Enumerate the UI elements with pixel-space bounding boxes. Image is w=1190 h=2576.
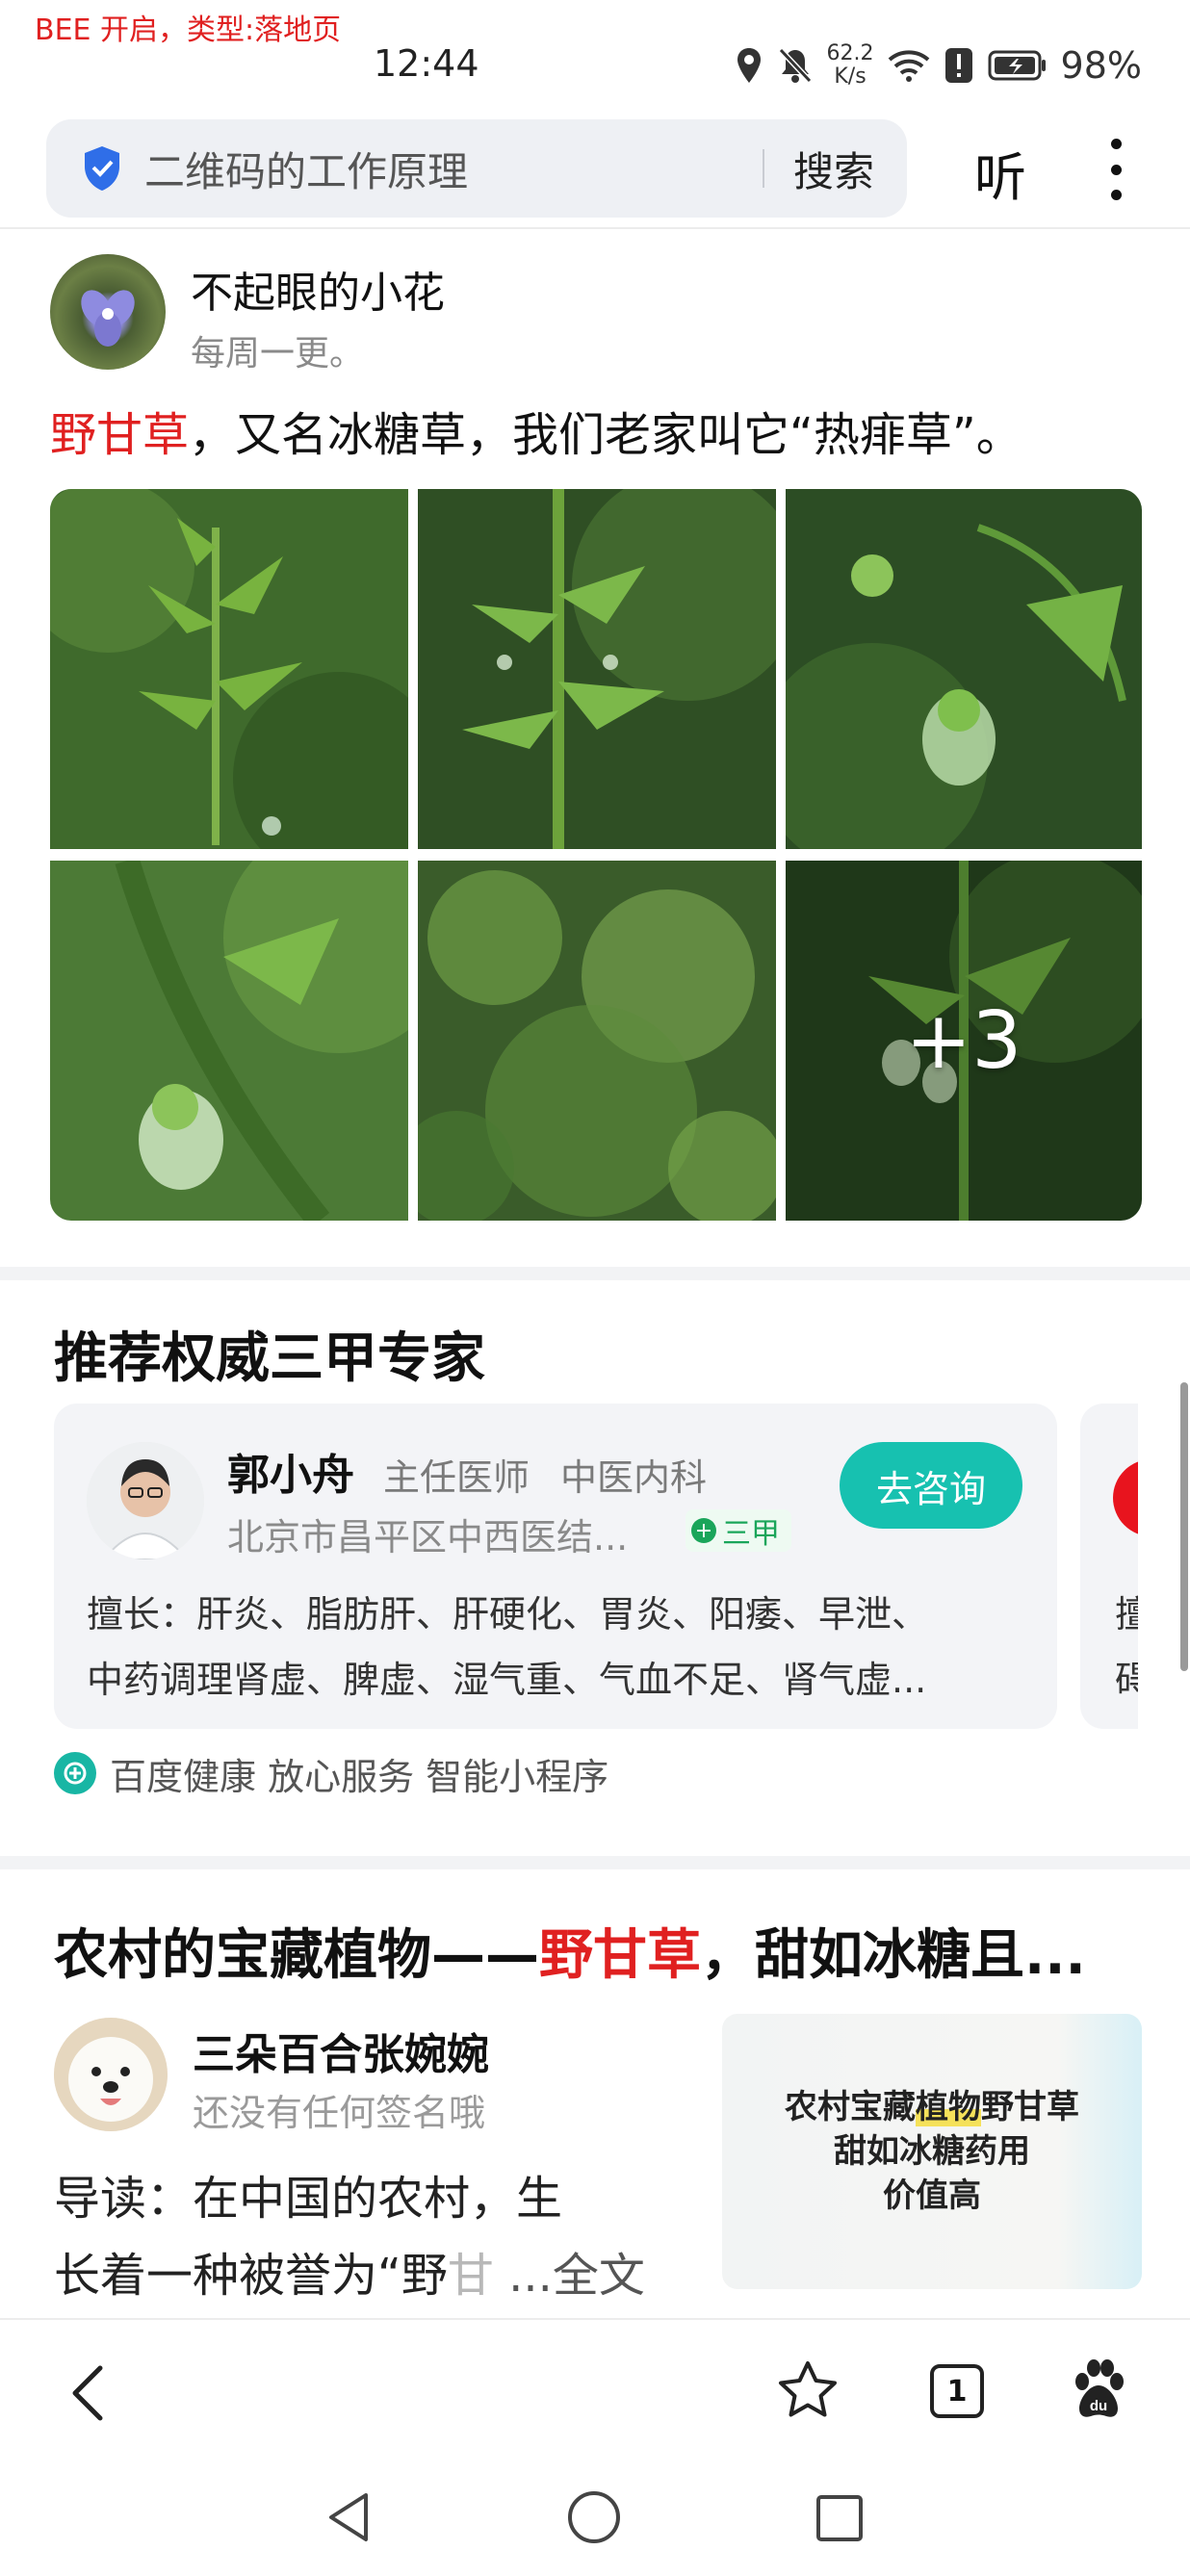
doctor-avatar bbox=[87, 1442, 204, 1559]
net-speed-unit: K/s bbox=[834, 64, 867, 89]
article-author-name[interactable]: 三朵百合张婉婉 bbox=[193, 2020, 489, 2081]
doctor-name: 郭小舟 bbox=[227, 1451, 354, 1500]
grid-image[interactable] bbox=[50, 861, 408, 1221]
article-author-motto: 还没有任何签名哦 bbox=[193, 2092, 486, 2134]
grid-image[interactable] bbox=[50, 489, 408, 849]
article-intro-fade: 甘 bbox=[447, 2249, 494, 2303]
grid-image[interactable] bbox=[418, 489, 776, 849]
listen-button[interactable]: 听 bbox=[974, 135, 1026, 211]
next-doctor-avatar bbox=[1113, 1459, 1138, 1536]
net-speed-value: 62.2 bbox=[826, 41, 874, 65]
thumbnail-line: 价值高 bbox=[883, 2177, 981, 2215]
system-nav-bar bbox=[0, 2460, 1190, 2576]
alert-icon bbox=[944, 48, 972, 83]
plant-photo bbox=[786, 489, 1142, 849]
battery-percent: 98% bbox=[1060, 44, 1142, 87]
article-intro-line: 导读：在中国的农村，生 bbox=[54, 2172, 563, 2226]
next-doctor-card[interactable]: 擅 碍 bbox=[1080, 1404, 1138, 1729]
next-doctor-text: 碍 bbox=[1115, 1659, 1138, 1701]
status-bar: 12:44 62.2 K/s 98% bbox=[0, 0, 1190, 116]
expert-section-title: 推荐权威三甲专家 bbox=[54, 1327, 485, 1390]
next-doctor-text: 擅 bbox=[1115, 1593, 1138, 1636]
browser-bottom-bar: 1 du bbox=[0, 2318, 1190, 2460]
grid-image[interactable] bbox=[418, 861, 776, 1221]
dog-portrait bbox=[54, 2018, 168, 2131]
post-text-highlight: 野甘草 bbox=[50, 408, 190, 462]
status-icons: 62.2 K/s 98% bbox=[735, 39, 1142, 92]
scrollbar[interactable] bbox=[1180, 1382, 1188, 1671]
more-dot-icon bbox=[1110, 190, 1122, 200]
search-bar[interactable]: 二维码的工作原理 搜索 bbox=[46, 119, 907, 218]
post-author-motto: 每周一更。 bbox=[191, 334, 365, 374]
doctor-department: 中医内科 bbox=[560, 1456, 708, 1499]
net-speed: 62.2 K/s bbox=[827, 42, 874, 89]
article-title[interactable]: 农村的宝藏植物——野甘草，甜如冰糖且... bbox=[54, 1912, 1086, 1990]
thumbnail-line1-highlight: 植物 bbox=[916, 2088, 981, 2126]
health-service-row[interactable]: 百度健康 放心服务 智能小程序 bbox=[54, 1750, 608, 1798]
post-author-name[interactable]: 不起眼的小花 bbox=[191, 258, 445, 320]
system-recents-icon[interactable] bbox=[815, 2493, 865, 2543]
doctor-title: 主任医师 bbox=[383, 1456, 530, 1499]
search-button[interactable]: 搜索 bbox=[793, 140, 874, 198]
more-dot-icon bbox=[1110, 139, 1122, 149]
plant-photo bbox=[50, 861, 408, 1221]
section-separator bbox=[0, 1856, 1190, 1869]
baidu-health-icon bbox=[54, 1752, 96, 1794]
search-divider bbox=[762, 149, 764, 188]
mute-bell-icon bbox=[778, 47, 812, 84]
grid-image-more[interactable]: +3 bbox=[786, 861, 1142, 1221]
flower-icon bbox=[81, 290, 135, 347]
more-dot-icon bbox=[1110, 164, 1122, 175]
thumbnail-line: 甜如冰糖药用 bbox=[834, 2132, 1030, 2171]
doctor-expertise-line: 中药调理肾虚、脾虚、湿气重、气血不足、肾气虚... bbox=[87, 1659, 927, 1701]
wifi-icon bbox=[888, 50, 929, 82]
plant-photo bbox=[418, 489, 776, 849]
status-time: 12:44 bbox=[374, 42, 479, 85]
back-arrow-icon[interactable] bbox=[67, 2364, 110, 2422]
post-text[interactable]: 野甘草，又名冰糖草，我们老家叫它“热痱草”。 bbox=[50, 397, 1022, 464]
system-home-icon[interactable] bbox=[566, 2489, 622, 2545]
health-service-text: 百度健康 放心服务 智能小程序 bbox=[110, 1755, 609, 1798]
tier-badge-label: 三甲 bbox=[722, 1517, 780, 1551]
search-input[interactable]: 二维码的工作原理 bbox=[144, 140, 763, 198]
thumbnail-text: 农村宝藏植物野甘草 甜如冰糖药用 价值高 bbox=[722, 2085, 1142, 2218]
grid-image[interactable] bbox=[786, 489, 1142, 849]
article-title-pre: 农村的宝藏植物—— bbox=[54, 1924, 539, 1987]
article-author-avatar[interactable] bbox=[54, 2018, 168, 2131]
doctor-card[interactable]: 郭小舟 主任医师 中医内科 北京市昌平区中西医结... + 三甲 去咨询 擅长：… bbox=[54, 1404, 1057, 1729]
shield-icon bbox=[85, 146, 119, 191]
bookmark-star-icon[interactable] bbox=[776, 2358, 840, 2422]
system-back-icon[interactable] bbox=[323, 2489, 374, 2545]
section-separator bbox=[0, 1267, 1190, 1280]
article-intro-text: 长着一种被誉为“野 bbox=[54, 2249, 448, 2303]
plus-icon: + bbox=[691, 1518, 716, 1543]
location-icon bbox=[737, 48, 761, 83]
thumbnail-line: 农村宝藏植物野甘草 bbox=[722, 2085, 1142, 2129]
divider bbox=[0, 227, 1190, 229]
consult-button[interactable]: 去咨询 bbox=[840, 1442, 1022, 1529]
doctor-portrait bbox=[87, 1442, 204, 1559]
plant-photo bbox=[418, 861, 776, 1221]
image-grid: +3 bbox=[50, 489, 1142, 1221]
tier-badge: + 三甲 bbox=[686, 1509, 791, 1552]
article-intro-line: 长着一种被誉为“野甘 ...全文 bbox=[54, 2237, 645, 2305]
article-thumbnail[interactable]: 农村宝藏植物野甘草 甜如冰糖药用 价值高 bbox=[722, 2014, 1142, 2289]
post-author-avatar[interactable] bbox=[50, 254, 166, 370]
tabs-button[interactable]: 1 bbox=[930, 2364, 984, 2418]
thumbnail-line1-pre: 农村宝藏 bbox=[785, 2088, 916, 2126]
battery-icon bbox=[988, 50, 1046, 81]
plant-photo bbox=[50, 489, 408, 849]
thumbnail-line1-post: 野甘草 bbox=[981, 2088, 1079, 2126]
article-title-highlight: 野甘草 bbox=[539, 1924, 701, 1987]
doctor-expertise-line: 擅长：肝炎、脂肪肝、肝硬化、胃炎、阳痿、早泄、 bbox=[87, 1593, 929, 1636]
read-full-link[interactable]: ...全文 bbox=[494, 2249, 645, 2303]
more-images-count: +3 bbox=[905, 994, 1022, 1087]
post-text-rest: ，又名冰糖草，我们老家叫它“热痱草”。 bbox=[189, 408, 1022, 462]
baidu-paw-icon[interactable]: du bbox=[1069, 2358, 1128, 2422]
more-menu-button[interactable] bbox=[1101, 139, 1130, 200]
article-title-post: ，甜如冰糖且... bbox=[701, 1924, 1086, 1987]
svg-text:du: du bbox=[1090, 2398, 1107, 2414]
doctor-hospital: 北京市昌平区中西医结... bbox=[227, 1516, 629, 1558]
